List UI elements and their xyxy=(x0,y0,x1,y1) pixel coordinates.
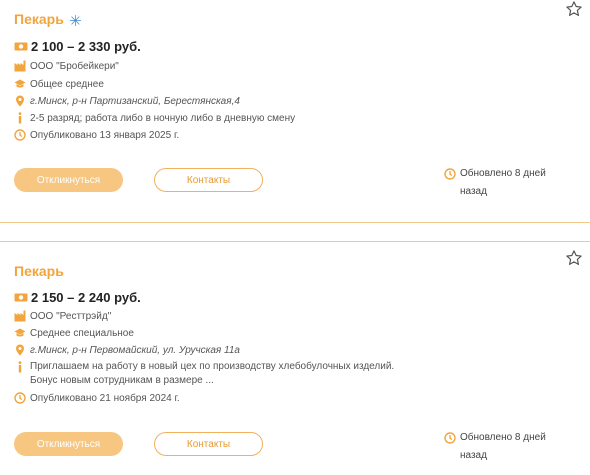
updated-status: Обновлено 8 дней назад xyxy=(444,429,570,465)
location-pin-icon xyxy=(14,95,26,107)
company-row: ООО "Бробейкери" xyxy=(14,60,119,72)
company-row: ООО "Ресттрэйд" xyxy=(14,310,111,322)
factory-icon xyxy=(14,310,26,322)
published-date: Опубликовано 21 ноября 2024 г. xyxy=(30,392,180,404)
factory-icon xyxy=(14,60,26,72)
apply-button[interactable]: Откликнуться xyxy=(14,168,123,192)
description-text: Приглашаем на работу в новый цех по прои… xyxy=(30,361,395,386)
clock-icon xyxy=(14,392,26,404)
money-icon xyxy=(14,292,28,304)
vacancy-card: Пекарь 2 150 – 2 240 руб. ООО "Ресттрэйд… xyxy=(0,241,590,475)
salary-text: 2 100 – 2 330 руб. xyxy=(31,39,141,54)
favorite-star-icon[interactable] xyxy=(565,0,583,18)
vacancy-title[interactable]: Пекарь xyxy=(14,263,64,279)
education-text: Общее среднее xyxy=(30,78,104,90)
vacancy-card: Пекарь ✳ 2 100 – 2 330 руб. ООО "Бробейк… xyxy=(0,0,590,223)
published-date: Опубликовано 13 января 2025 г. xyxy=(30,129,180,141)
updated-status: Обновлено 8 дней назад xyxy=(444,165,570,201)
description-row: 2-5 разряд; работа либо в ночную либо в … xyxy=(14,112,295,124)
salary-row: 2 150 – 2 240 руб. xyxy=(14,290,141,305)
address-text: г.Минск, р-н Партизанский, Берестянская,… xyxy=(30,95,240,107)
info-icon xyxy=(14,112,26,124)
education-text: Среднее специальное xyxy=(30,327,134,339)
address-row: г.Минск, р-н Партизанский, Берестянская,… xyxy=(14,95,240,107)
card-separator xyxy=(0,223,590,241)
description-row: Приглашаем на работу в новый цех по прои… xyxy=(14,360,434,388)
description-text: 2-5 разряд; работа либо в ночную либо в … xyxy=(30,112,296,124)
apply-button[interactable]: Откликнуться xyxy=(14,432,123,456)
clock-icon xyxy=(14,129,26,141)
salary-text: 2 150 – 2 240 руб. xyxy=(31,290,141,305)
clock-icon xyxy=(444,432,456,444)
money-icon xyxy=(14,41,28,53)
education-row: Среднее специальное xyxy=(14,327,134,339)
contacts-button[interactable]: Контакты xyxy=(154,432,263,456)
contacts-button[interactable]: Контакты xyxy=(154,168,263,192)
vacancy-title[interactable]: Пекарь xyxy=(14,11,64,27)
updated-text: Обновлено 8 дней назад xyxy=(460,168,546,197)
favorite-star-icon[interactable] xyxy=(565,249,583,267)
salary-row: 2 100 – 2 330 руб. xyxy=(14,39,141,54)
published-row: Опубликовано 21 ноября 2024 г. xyxy=(14,392,180,404)
clock-icon xyxy=(444,168,456,180)
company-name[interactable]: ООО "Бробейкери" xyxy=(30,61,119,72)
location-pin-icon xyxy=(14,344,26,356)
snowflake-icon: ✳ xyxy=(69,13,82,30)
education-row: Общее среднее xyxy=(14,78,104,90)
graduation-cap-icon xyxy=(14,327,26,339)
company-name[interactable]: ООО "Ресттрэйд" xyxy=(30,311,111,322)
info-icon xyxy=(14,361,26,373)
graduation-cap-icon xyxy=(14,78,26,90)
published-row: Опубликовано 13 января 2025 г. xyxy=(14,129,179,141)
updated-text: Обновлено 8 дней назад xyxy=(460,432,546,461)
address-row: г.Минск, р-н Первомайский, ул. Уручская … xyxy=(14,344,240,356)
address-text: г.Минск, р-н Первомайский, ул. Уручская … xyxy=(30,344,240,356)
